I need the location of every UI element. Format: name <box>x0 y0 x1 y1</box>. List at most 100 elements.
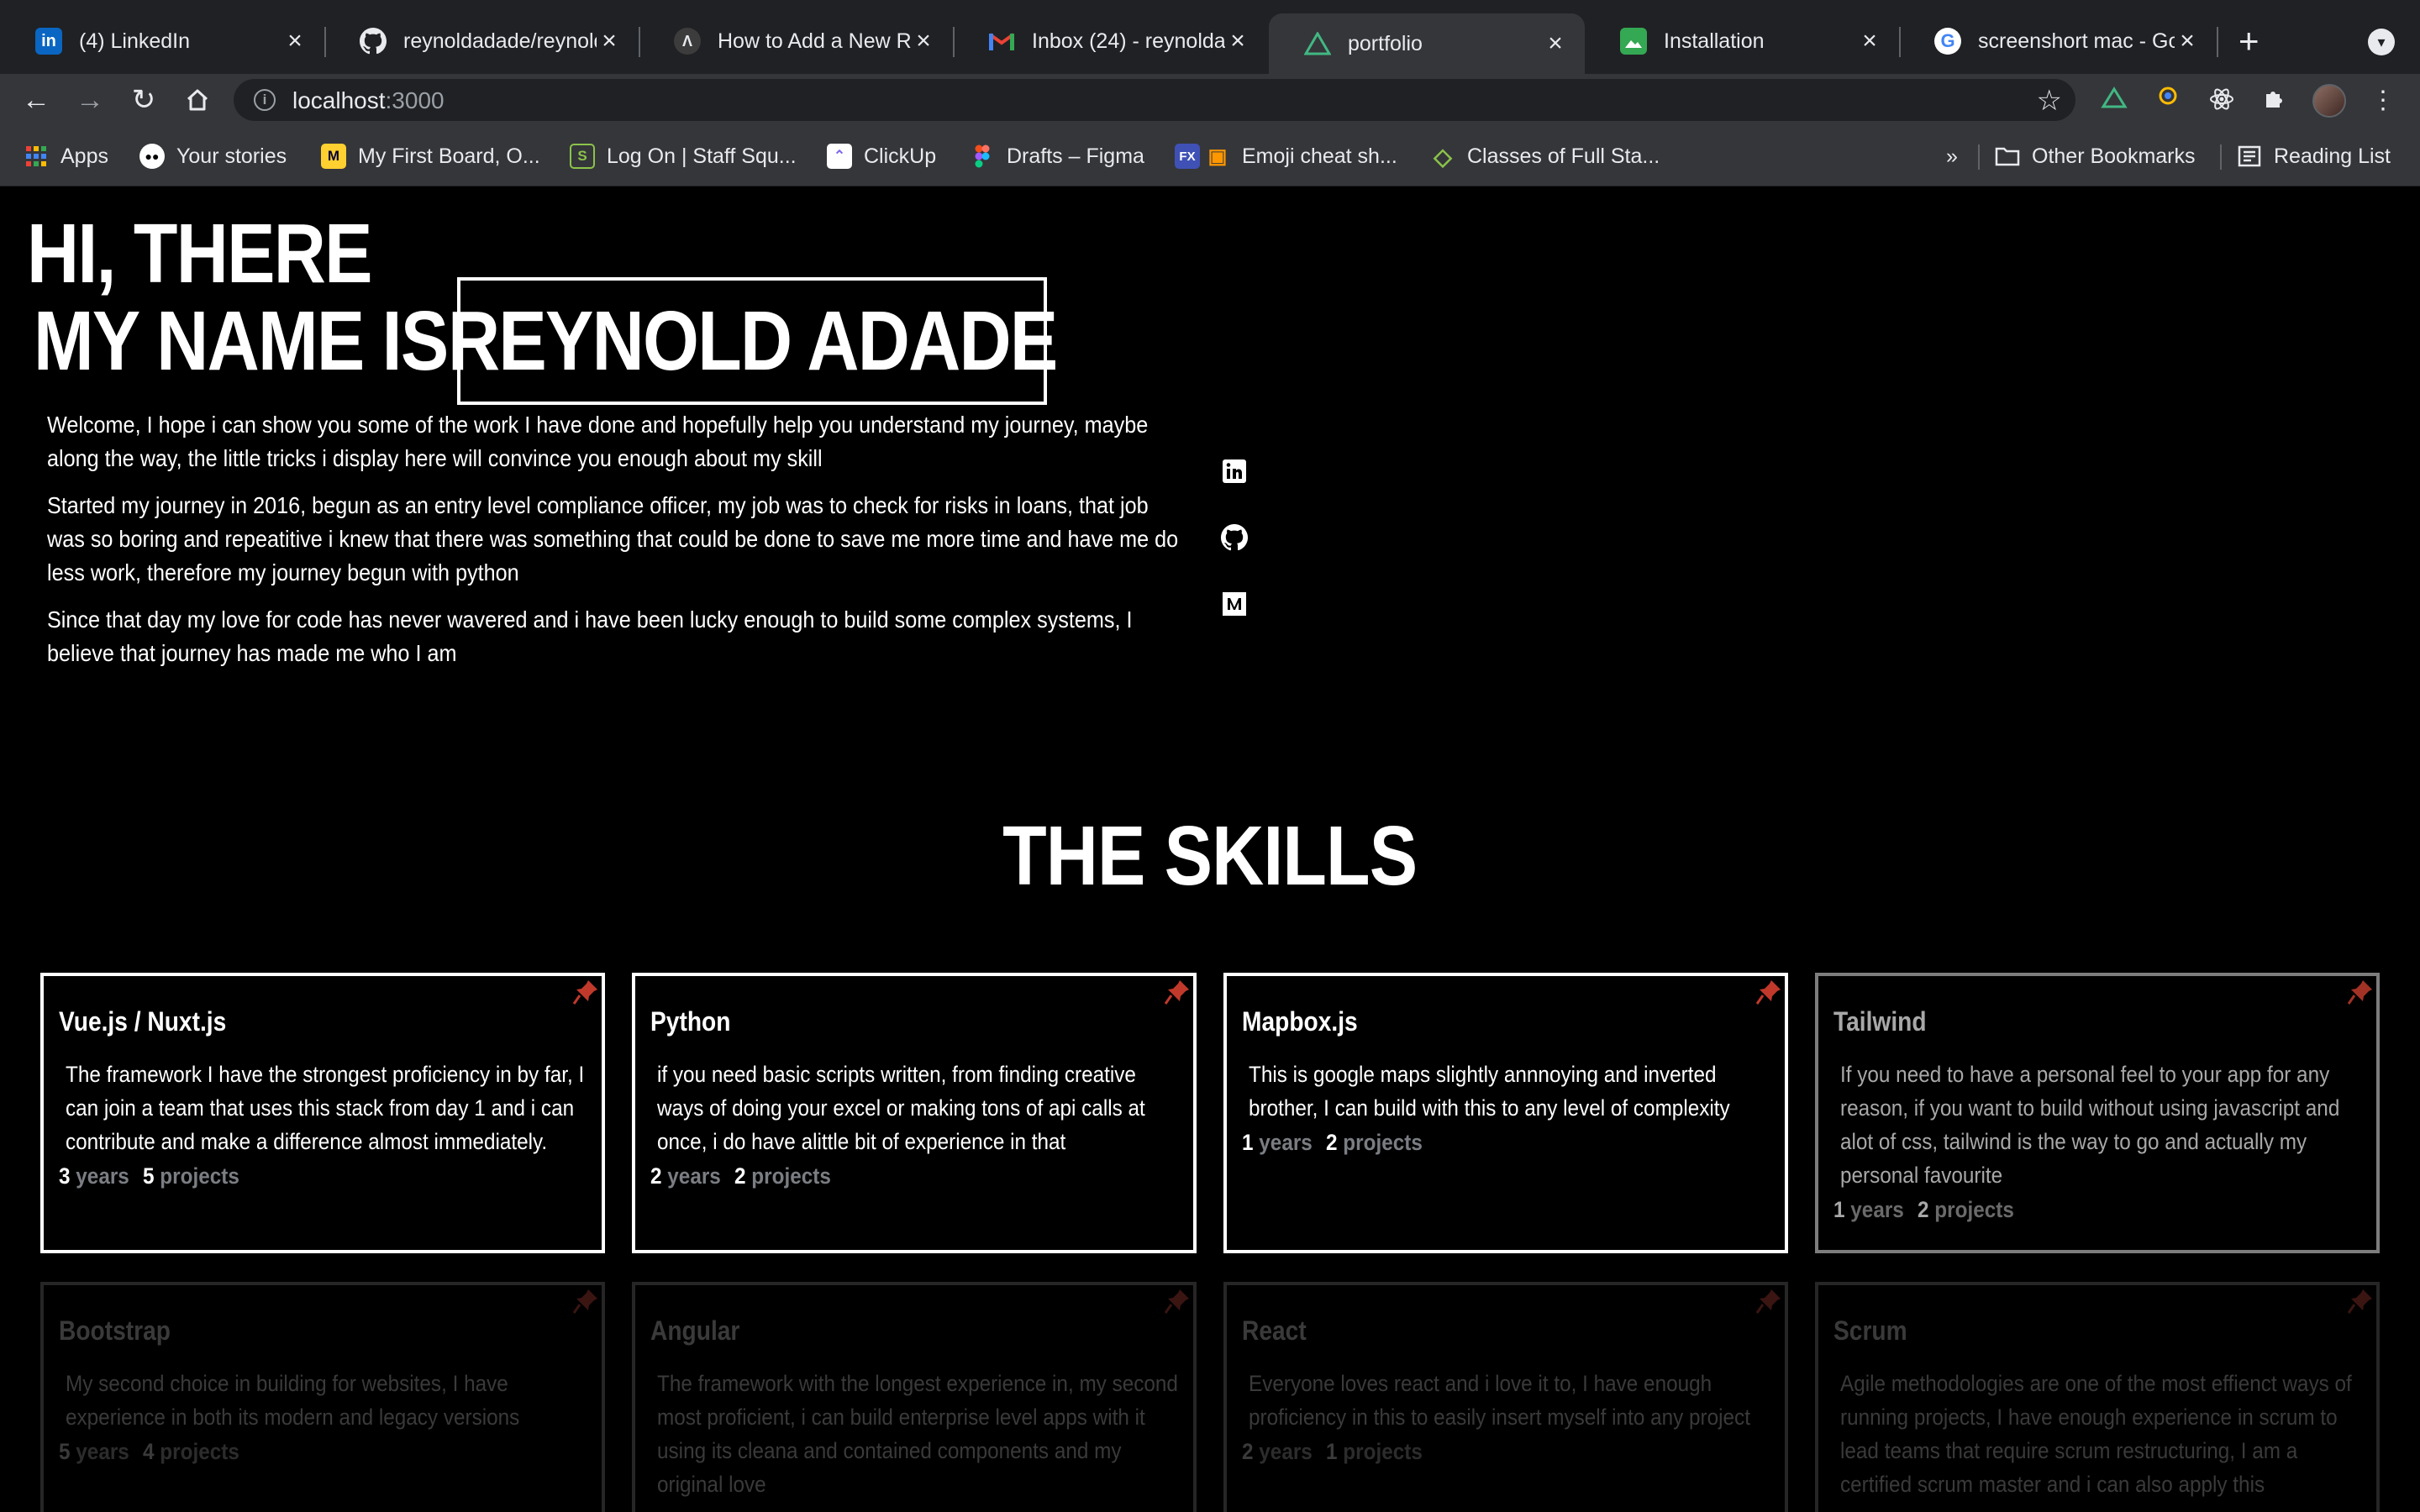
skill-card-scrum[interactable]: Scrum Agile methodologies are one of the… <box>1815 1282 2380 1512</box>
bookmark-apps[interactable]: Apps <box>24 141 108 171</box>
miro-icon: M <box>321 144 346 169</box>
tab-search-chevron-icon[interactable]: ▾ <box>2368 29 2395 55</box>
address-bar[interactable]: i localhost:3000 ☆ <box>234 79 2075 121</box>
skill-years: 2 <box>1242 1439 1254 1464</box>
skill-meta: 2 years 2 projects <box>650 1163 1125 1189</box>
skill-card-bootstrap[interactable]: Bootstrap My second choice in building f… <box>40 1282 605 1512</box>
bookmarks-overflow-button[interactable]: » <box>1946 141 1958 171</box>
hero-name-box: REYNOLD ADADE <box>448 277 1058 405</box>
bookmark-figma[interactable]: Drafts – Figma <box>970 141 1144 171</box>
skill-years: 1 <box>1833 1197 1845 1222</box>
skills-heading: THE SKILLS <box>0 808 2420 905</box>
bookmark-label: Apps <box>60 144 108 168</box>
projects-label: projects <box>160 1163 239 1189</box>
tab-installation[interactable]: Installation × <box>1585 13 1899 69</box>
projects-label: projects <box>1343 1130 1423 1155</box>
bookmark-clickup[interactable]: ⌃ ClickUp <box>827 141 936 171</box>
linkedin-icon <box>1223 459 1246 483</box>
skill-card-react[interactable]: React Everyone loves react and i love it… <box>1223 1282 1788 1512</box>
close-icon[interactable]: × <box>282 27 308 55</box>
bookmark-star-icon[interactable]: ☆ <box>2037 84 2062 118</box>
staff-squared-icon: S <box>570 144 595 169</box>
location-extension-icon[interactable] <box>2153 86 2183 116</box>
github-icon <box>1221 524 1248 551</box>
projects-label: projects <box>1934 1197 2014 1222</box>
bookmark-other-bookmarks[interactable]: Other Bookmarks <box>1995 141 2196 171</box>
bookmark-staff-squared[interactable]: S Log On | Staff Squ... <box>570 141 797 171</box>
skill-years: 5 <box>59 1439 71 1464</box>
close-icon[interactable]: × <box>1857 27 1882 55</box>
skill-projects: 1 <box>1326 1439 1338 1464</box>
projects-label: projects <box>160 1439 239 1464</box>
skill-meta: 1 years 2 projects <box>1242 1130 1717 1156</box>
pin-icon <box>572 1289 597 1314</box>
bookmark-label: Emoji cheat sh... <box>1242 144 1397 168</box>
skill-projects: 5 <box>143 1163 155 1189</box>
bookmark-label: Log On | Staff Squ... <box>607 144 797 168</box>
projects-label: projects <box>751 1163 831 1189</box>
close-icon[interactable]: × <box>911 27 936 55</box>
bookmark-label: Reading List <box>2274 144 2391 168</box>
skill-card-mapbox[interactable]: Mapbox.js This is google maps slightly a… <box>1223 973 1788 1253</box>
medium-link[interactable] <box>1220 590 1249 618</box>
home-icon[interactable] <box>178 81 217 119</box>
nuxt-icon: Λ <box>674 28 701 55</box>
years-label: years <box>1259 1439 1313 1464</box>
new-tab-button[interactable]: + <box>2238 24 2260 59</box>
pin-icon <box>1164 980 1189 1005</box>
tab-gmail[interactable]: Inbox (24) - reynoldac × <box>953 13 1267 69</box>
bookmark-fullstack-classes[interactable]: ◇ Classes of Full Sta... <box>1430 141 1660 171</box>
pin-icon <box>1164 1289 1189 1314</box>
tab-portfolio[interactable]: portfolio × <box>1269 13 1585 74</box>
bookmark-miro-board[interactable]: M My First Board, O... <box>321 141 540 171</box>
tab-nuxt-docs[interactable]: Λ How to Add a New Re × <box>639 13 953 69</box>
bookmark-divider <box>2220 144 2222 170</box>
skill-name: React <box>1242 1315 1307 1346</box>
skill-meta: 2 years 1 projects <box>1242 1439 1717 1465</box>
hero-name-row: MY NAME IS REYNOLD ADADE <box>34 277 1058 405</box>
skill-card-python[interactable]: Python if you need basic scripts written… <box>632 973 1197 1253</box>
bookmark-emoji-cheat-sheet[interactable]: FX ▣ Emoji cheat sh... <box>1175 141 1397 171</box>
close-icon[interactable]: × <box>2175 27 2200 55</box>
projects-label: projects <box>1343 1439 1423 1464</box>
tab-github[interactable]: reynoldadade/reynold × <box>324 13 639 69</box>
linkedin-link[interactable] <box>1220 457 1249 486</box>
years-label: years <box>76 1439 129 1464</box>
skill-name: Mapbox.js <box>1242 1006 1358 1037</box>
tab-google-search[interactable]: G screenshort mac - Go × <box>1899 13 2217 69</box>
github-link[interactable] <box>1220 523 1249 552</box>
skill-card-angular[interactable]: Angular The framework with the longest e… <box>632 1282 1197 1512</box>
site-info-icon[interactable]: i <box>254 89 276 111</box>
bookmark-reading-list[interactable]: Reading List <box>2237 141 2391 171</box>
close-icon[interactable]: × <box>597 27 622 55</box>
close-icon[interactable]: × <box>1225 27 1250 55</box>
bookmark-label: Classes of Full Sta... <box>1467 144 1660 168</box>
bookmark-label: Drafts – Figma <box>1007 144 1144 168</box>
more-menu-icon[interactable]: ⋮ <box>2368 86 2398 116</box>
skill-years: 1 <box>1242 1130 1254 1155</box>
skill-description: This is google maps slightly annnoying a… <box>1249 1062 1730 1121</box>
hero-name: REYNOLD ADADE <box>447 294 1058 388</box>
profile-avatar[interactable] <box>2312 84 2346 118</box>
tab-title: Installation <box>1664 29 1765 53</box>
pin-icon <box>2347 980 2372 1005</box>
bookmarks-bar: Apps ●● Your stories M My First Board, O… <box>0 126 2420 186</box>
bookmark-divider <box>1978 144 1980 170</box>
skill-card-vue[interactable]: Vue.js / Nuxt.js The framework I have th… <box>40 973 605 1253</box>
vue-extension-icon[interactable] <box>2099 86 2129 116</box>
reload-icon[interactable]: ↻ <box>124 81 163 119</box>
bookmark-your-stories[interactable]: ●● Your stories <box>139 141 287 171</box>
medium-icon <box>1223 592 1246 616</box>
skill-name: Tailwind <box>1833 1006 1927 1037</box>
skill-projects: 2 <box>734 1163 746 1189</box>
back-arrow-icon[interactable]: ← <box>17 81 55 119</box>
react-devtools-icon[interactable] <box>2207 86 2237 116</box>
skill-meta: 1 years 2 projects <box>1833 1197 2308 1223</box>
linkedin-icon: in <box>35 28 62 55</box>
forward-arrow-icon[interactable]: → <box>71 81 109 119</box>
extensions-puzzle-icon[interactable] <box>2259 86 2289 116</box>
skill-card-tailwind[interactable]: Tailwind If you need to have a personal … <box>1815 973 2380 1253</box>
clickup-icon: ⌃ <box>827 144 852 169</box>
close-icon[interactable]: × <box>1543 29 1568 58</box>
tab-linkedin[interactable]: in (4) LinkedIn × <box>0 13 324 69</box>
